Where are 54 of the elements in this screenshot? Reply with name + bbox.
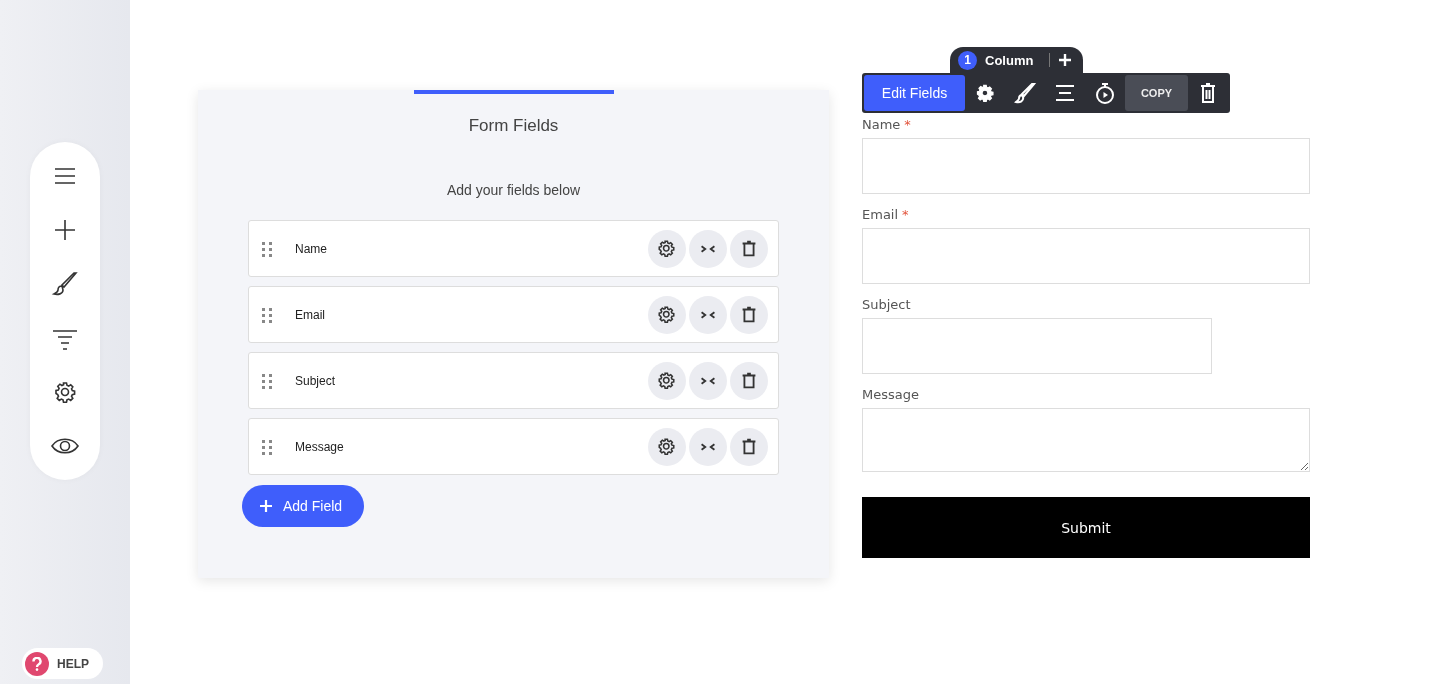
field-row[interactable]: Email — [248, 286, 779, 343]
help-icon — [25, 651, 49, 676]
settings-icon — [656, 303, 678, 326]
submit-button[interactable]: Submit — [862, 497, 1310, 558]
collapse-button[interactable] — [689, 361, 727, 400]
field-row[interactable]: Name — [248, 220, 779, 277]
delete-button[interactable] — [730, 229, 768, 268]
add-icon — [259, 499, 273, 513]
delete-button[interactable] — [730, 427, 768, 466]
field-label: Name — [295, 241, 328, 256]
column-number: 1 — [958, 50, 977, 70]
panel-title: Form Fields — [467, 116, 560, 136]
required-marker: * — [904, 117, 911, 132]
input-field[interactable] — [862, 318, 1212, 374]
drag-handle-icon[interactable] — [261, 372, 273, 389]
add-field-button[interactable]: Add Field — [242, 485, 365, 527]
field-row[interactable]: Subject — [248, 352, 779, 409]
settings-button[interactable] — [648, 427, 686, 466]
field-row[interactable]: Message — [248, 418, 779, 475]
field-label: Email — [295, 307, 326, 322]
required-marker: * — [902, 207, 909, 222]
settings-button[interactable] — [648, 361, 686, 400]
form-label: Message — [862, 387, 919, 402]
input-field[interactable] — [862, 138, 1310, 194]
message-field[interactable] — [862, 408, 1310, 472]
copy-button[interactable]: COPY — [1125, 75, 1188, 111]
settings-icon — [656, 237, 678, 260]
drag-handle-icon[interactable] — [261, 306, 273, 323]
settings-button[interactable] — [648, 295, 686, 334]
field-label: Message — [295, 439, 345, 454]
help-button[interactable]: HELP — [22, 648, 103, 679]
input-field[interactable] — [862, 228, 1310, 284]
column-tab[interactable]: 1 Column — [950, 47, 1083, 73]
form-label: Subject — [862, 297, 911, 312]
edit-fields-button[interactable]: Edit Fields — [864, 75, 965, 111]
brush-icon[interactable] — [1013, 81, 1037, 105]
drag-handle-icon[interactable] — [261, 240, 273, 257]
collapse-button[interactable] — [689, 295, 727, 334]
collapse-button[interactable] — [689, 427, 727, 466]
timer-icon[interactable] — [1093, 81, 1117, 105]
brush-icon[interactable] — [51, 270, 79, 298]
form-label: Email — [862, 207, 899, 222]
settings-icon — [656, 435, 678, 458]
settings-icon — [656, 369, 678, 392]
drag-handle-icon[interactable] — [261, 438, 273, 455]
delete-button[interactable] — [730, 361, 768, 400]
field-label: Subject — [295, 373, 337, 388]
delete-button[interactable] — [730, 295, 768, 334]
settings-button[interactable] — [648, 229, 686, 268]
add-icon[interactable] — [1058, 53, 1073, 67]
column-label: Column — [985, 52, 1034, 68]
panel-subtitle: Add your fields below — [445, 182, 582, 198]
form-label: Name — [862, 117, 901, 132]
collapse-button[interactable] — [689, 229, 727, 268]
